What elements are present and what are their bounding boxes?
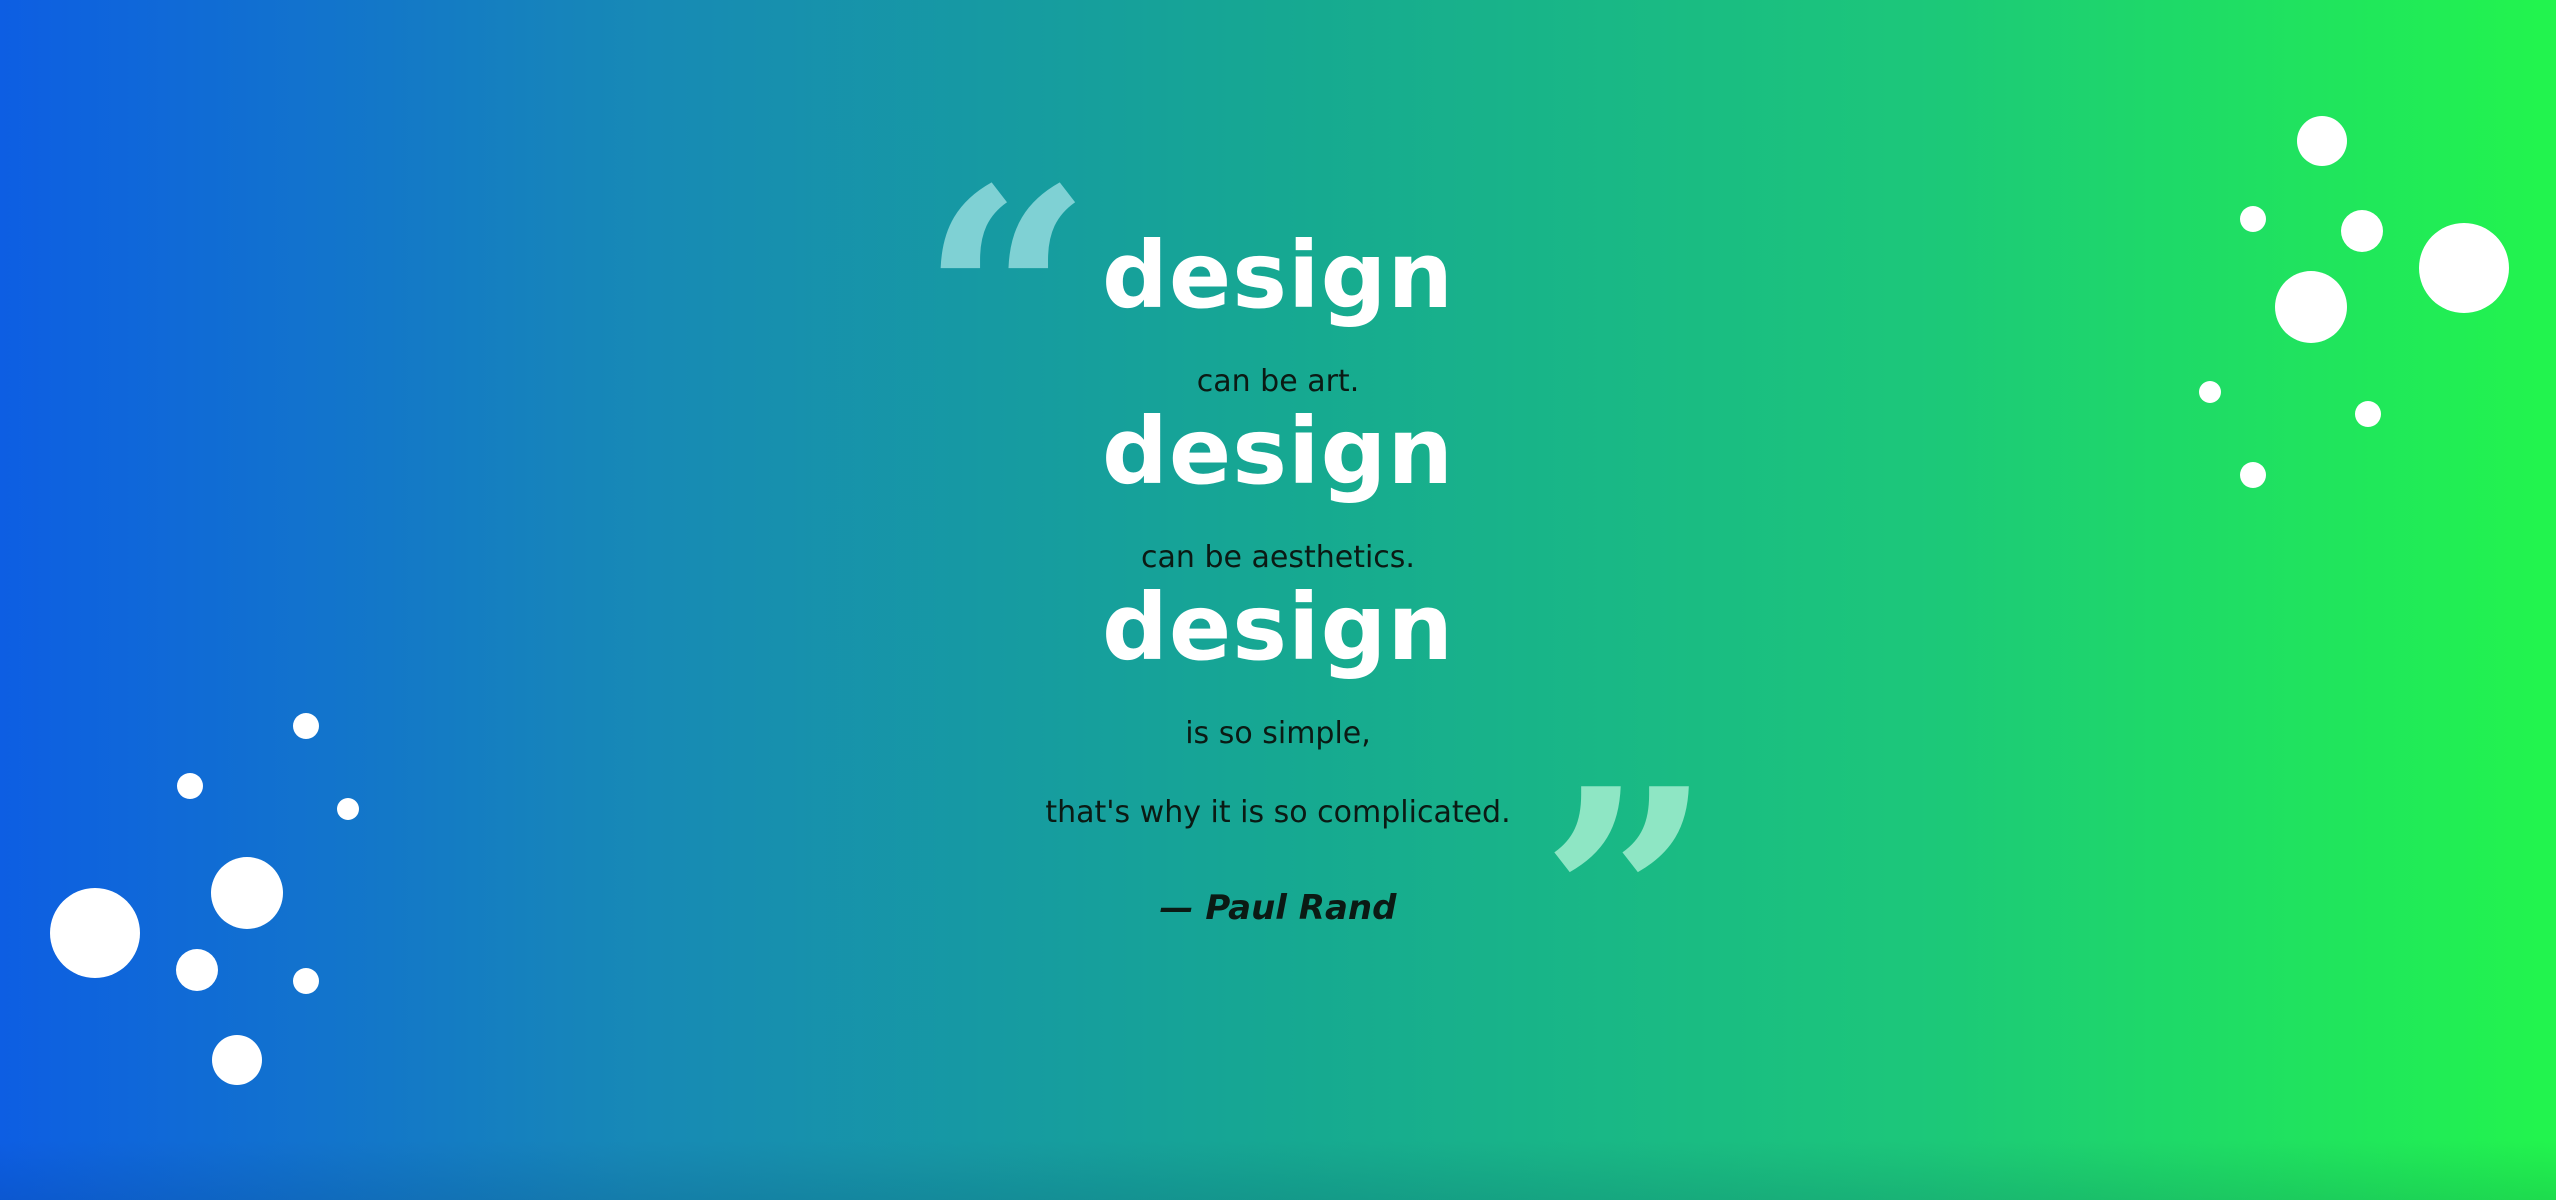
- quote-phrase-3: is so simple,: [1185, 716, 1371, 751]
- bubble-icon: [2355, 401, 2381, 427]
- bubble-icon: [2297, 116, 2347, 166]
- bubble-icon: [337, 798, 359, 820]
- bubble-icon: [2240, 462, 2266, 488]
- bubble-icon: [293, 713, 319, 739]
- quote-author: — Paul Rand: [1159, 888, 1397, 928]
- bubble-icon: [212, 1035, 262, 1085]
- quote-phrase-1: can be art.: [1196, 364, 1360, 399]
- quote-word-2: design: [1102, 398, 1454, 505]
- quote-word-3: design: [1102, 574, 1454, 681]
- quote-phrase-2: can be aesthetics.: [1141, 540, 1415, 575]
- bubble-icon: [50, 888, 140, 978]
- bubble-icon: [2341, 210, 2383, 252]
- bubble-icon: [176, 949, 218, 991]
- quote-phrase-4: that's why it is so complicated.: [1045, 795, 1511, 830]
- close-quote-mark: ”: [1540, 723, 1713, 1076]
- bubble-icon: [177, 773, 203, 799]
- quote-word-1: design: [1102, 222, 1454, 329]
- quote-block: “ design can be art. design can be aesth…: [0, 0, 2556, 1200]
- bubble-icon: [2240, 206, 2266, 232]
- bubble-icon: [2199, 381, 2221, 403]
- bubble-icon: [2419, 223, 2509, 313]
- bubble-icon: [211, 857, 283, 929]
- bubble-icon: [2275, 271, 2347, 343]
- bubble-icon: [293, 968, 319, 994]
